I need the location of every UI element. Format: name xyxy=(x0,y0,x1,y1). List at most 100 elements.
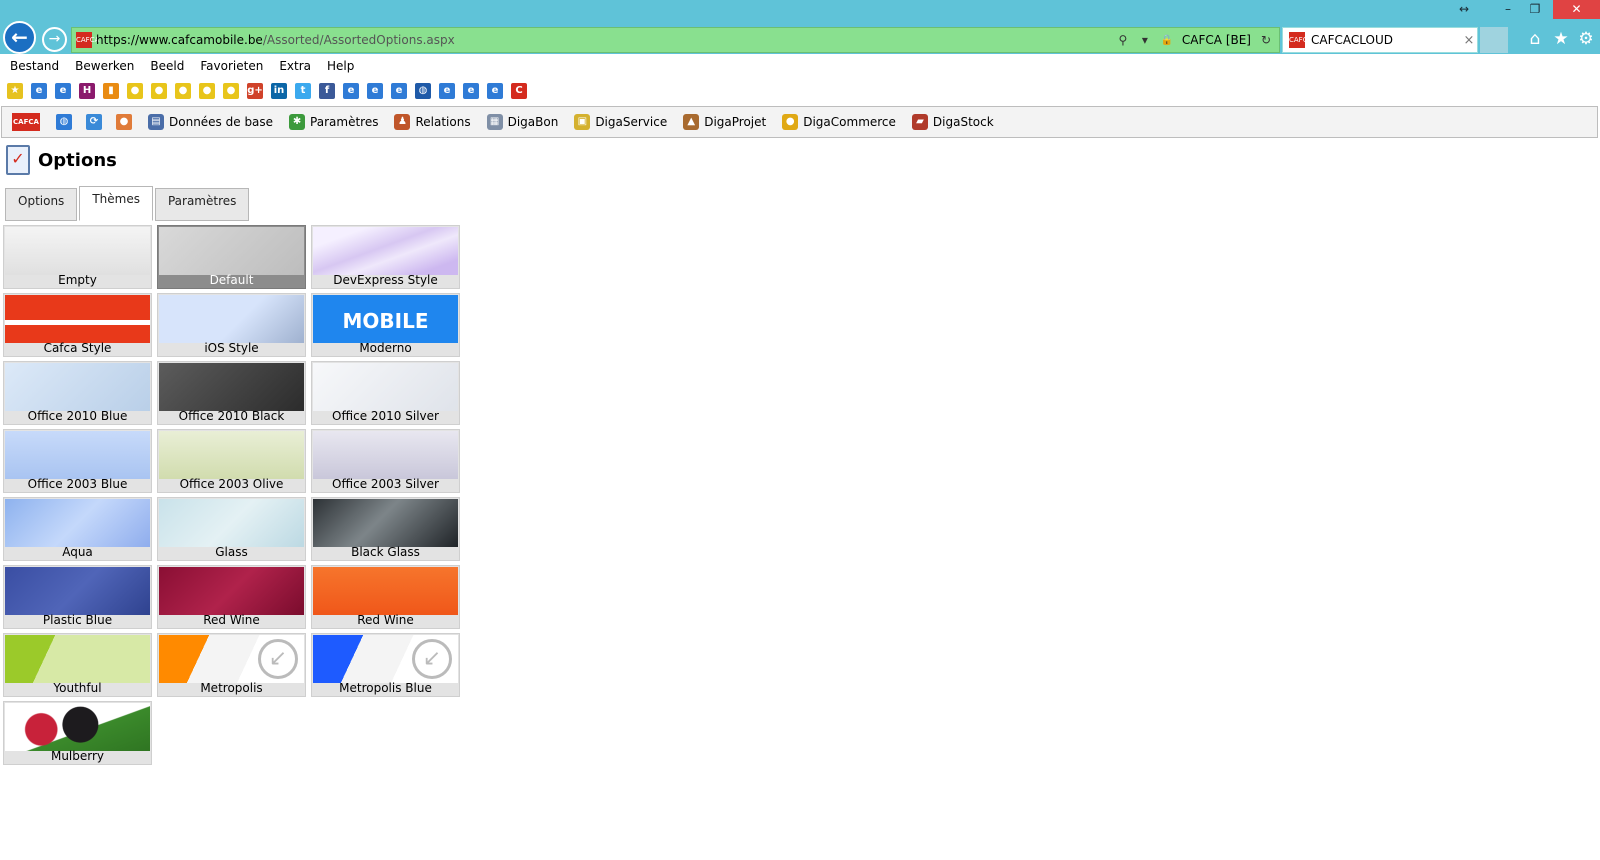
theme-tile[interactable]: ↙ Metropolis xyxy=(157,633,306,697)
cafca-logo[interactable]: CAFCA xyxy=(12,113,40,131)
theme-label: Moderno xyxy=(359,341,412,355)
back-button[interactable]: ← xyxy=(3,21,36,54)
tab-options[interactable]: Options xyxy=(5,188,78,221)
theme-tile[interactable]: Office 2003 Olive xyxy=(157,429,306,493)
flag-icon[interactable]: ▮ xyxy=(103,83,119,99)
tab-themes[interactable]: Thèmes xyxy=(79,186,153,221)
lock-icon[interactable]: 🔒 xyxy=(1160,35,1174,46)
ie-icon[interactable]: e xyxy=(463,83,479,99)
theme-tile[interactable]: Empty xyxy=(3,225,152,289)
google-plus-icon[interactable]: g+ xyxy=(247,83,263,99)
theme-tile[interactable]: Office 2010 Black xyxy=(157,361,306,425)
minimize-button[interactable]: – xyxy=(1495,0,1521,19)
tab-parametres[interactable]: Paramètres xyxy=(154,188,250,221)
theme-preview xyxy=(5,567,150,615)
user-icon[interactable]: ● xyxy=(116,114,132,130)
favorites-star-icon[interactable]: ★ xyxy=(1550,28,1572,50)
search-icon[interactable]: ⚲ xyxy=(1116,33,1130,47)
url-text[interactable]: https://www.cafcamobile.be/Assorted/Asso… xyxy=(96,33,1116,47)
toolbar-item-digabon[interactable]: ▦ DigaBon xyxy=(486,114,558,130)
address-bar[interactable]: CAFCA https://www.cafcamobile.be/Assorte… xyxy=(71,27,1280,53)
ie-icon[interactable]: e xyxy=(31,83,47,99)
theme-label: Mulberry xyxy=(50,749,105,763)
theme-tile[interactable]: Red Wine xyxy=(157,565,306,629)
digaprojet-icon: ▲ xyxy=(683,114,700,130)
theme-tile[interactable]: DevExpress Style xyxy=(311,225,460,289)
theme-tile[interactable]: Office 2003 Blue xyxy=(3,429,152,493)
theme-label: Youthful xyxy=(53,681,102,695)
speed-icon[interactable]: ● xyxy=(151,83,167,99)
theme-tile[interactable]: Office 2010 Blue xyxy=(3,361,152,425)
resize-icon[interactable]: ↔ xyxy=(1451,0,1477,19)
toolbar-item-digacommerce[interactable]: ● DigaCommerce xyxy=(782,114,896,130)
home-icon[interactable]: ⌂ xyxy=(1524,28,1546,50)
speed-icon[interactable]: ● xyxy=(199,83,215,99)
speed-icon[interactable]: ● xyxy=(175,83,191,99)
theme-preview xyxy=(159,431,304,479)
theme-tile[interactable]: Default xyxy=(157,225,306,289)
linkedin-icon[interactable]: in xyxy=(271,83,287,99)
cafca-icon[interactable]: C xyxy=(511,83,527,99)
h-logo-icon[interactable]: H xyxy=(79,83,95,99)
chevron-down-icon[interactable]: ▾ xyxy=(1138,33,1152,47)
theme-tile[interactable]: Glass xyxy=(157,497,306,561)
menu-item-bewerken[interactable]: Bewerken xyxy=(75,59,150,73)
toolbar-item-digaservice[interactable]: ▣ DigaService xyxy=(574,114,667,130)
menu-item-help[interactable]: Help xyxy=(327,59,370,73)
facebook-icon[interactable]: f xyxy=(319,83,335,99)
ie-icon[interactable]: e xyxy=(487,83,503,99)
theme-tile[interactable]: Cafca Style xyxy=(3,293,152,357)
theme-tile[interactable]: Youthful xyxy=(3,633,152,697)
theme-tile[interactable]: Mulberry xyxy=(3,701,152,765)
menu-item-favorieten[interactable]: Favorieten xyxy=(200,59,279,73)
theme-tile[interactable]: iOS Style xyxy=(157,293,306,357)
gear-icon[interactable]: ⚙ xyxy=(1575,28,1597,50)
theme-tile[interactable]: Office 2010 Silver xyxy=(311,361,460,425)
new-tab-button[interactable] xyxy=(1480,27,1508,53)
speed-icon[interactable]: ● xyxy=(127,83,143,99)
theme-label: iOS Style xyxy=(204,341,259,355)
toolbar-item-donnees-de-base[interactable]: ▤ Données de base xyxy=(148,114,273,130)
theme-label: Office 2003 Olive xyxy=(179,477,284,491)
theme-tile[interactable]: MOBILE Moderno xyxy=(311,293,460,357)
theme-tile[interactable]: Aqua xyxy=(3,497,152,561)
sync-icon[interactable]: ⟳ xyxy=(86,114,102,130)
ie-icon[interactable]: e xyxy=(367,83,383,99)
speed-icon[interactable]: ● xyxy=(223,83,239,99)
toolbar-item-parametres[interactable]: ✱ Paramètres xyxy=(289,114,378,130)
globe-icon[interactable]: ◍ xyxy=(56,114,72,130)
menu-item-extra[interactable]: Extra xyxy=(279,59,327,73)
theme-tile[interactable]: Black Glass xyxy=(311,497,460,561)
maximize-button[interactable]: ❐ xyxy=(1522,0,1548,19)
theme-tile[interactable]: Plastic Blue xyxy=(3,565,152,629)
toolbar-item-digastock[interactable]: ▰ DigaStock xyxy=(911,114,994,130)
toolbar-item-digaprojet[interactable]: ▲ DigaProjet xyxy=(683,114,766,130)
forward-button[interactable]: → xyxy=(42,27,67,52)
arrow-down-left-icon: ↙ xyxy=(412,639,452,679)
close-window-button[interactable]: ✕ xyxy=(1553,0,1600,19)
ie-icon[interactable]: e xyxy=(55,83,71,99)
theme-tile[interactable]: Red Wine xyxy=(311,565,460,629)
theme-preview-text: MOBILE xyxy=(342,309,429,333)
toolbar-item-relations[interactable]: ♟ Relations xyxy=(394,114,471,130)
ie-icon[interactable]: e xyxy=(343,83,359,99)
browser-tab[interactable]: CAFCA CAFCACLOUD × xyxy=(1282,27,1478,53)
theme-preview xyxy=(313,431,458,479)
browser-title-bar: ↔ – ❐ ✕ ← → CAFCA https://www.cafcamobil… xyxy=(0,0,1600,54)
theme-tile[interactable]: Office 2003 Silver xyxy=(311,429,460,493)
ie-icon[interactable]: e xyxy=(439,83,455,99)
theme-preview xyxy=(313,567,458,615)
theme-grid: Empty Default DevExpress Style Cafca Style i… xyxy=(3,225,473,765)
refresh-icon[interactable]: ↻ xyxy=(1259,33,1273,47)
toolbar-items: ▤ Données de base ✱ Paramètres ♟ Relations ▦ Di… xyxy=(148,114,1010,130)
twitter-icon[interactable]: t xyxy=(295,83,311,99)
globe-icon[interactable]: ◍ xyxy=(415,83,431,99)
options-tabs: Options Thèmes Paramètres xyxy=(5,186,251,221)
ie-icon[interactable]: e xyxy=(391,83,407,99)
theme-tile[interactable]: ↙ Metropolis Blue xyxy=(311,633,460,697)
site-identity[interactable]: CAFCA [BE] xyxy=(1182,33,1251,47)
add-favorite-icon[interactable]: ★ xyxy=(7,83,23,99)
menu-item-bestand[interactable]: Bestand xyxy=(10,59,75,73)
menu-item-beeld[interactable]: Beeld xyxy=(150,59,200,73)
close-tab-icon[interactable]: × xyxy=(1461,33,1477,48)
